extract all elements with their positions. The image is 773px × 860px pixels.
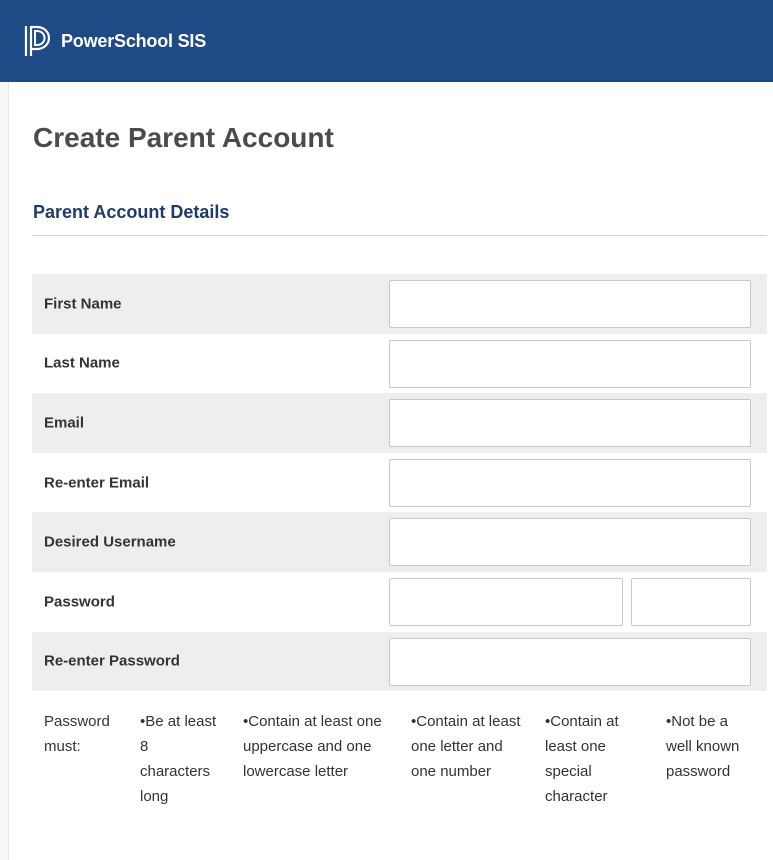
username-label: Desired Username (44, 533, 176, 551)
last-name-input[interactable] (389, 339, 751, 388)
password-rule-letter-number: •Contain at least one letter and one num… (411, 713, 521, 780)
first-name-input[interactable] (389, 280, 751, 328)
form-row-username: Desired Username (32, 512, 767, 572)
password-rule-length: •Be at least 8 characters long (140, 713, 217, 805)
last-name-label: Last Name (44, 354, 120, 372)
password-input[interactable] (389, 577, 623, 626)
form-row-reenter-email: Re-enter Email (32, 453, 767, 513)
password-label: Password (44, 593, 115, 611)
section-title: Parent Account Details (33, 202, 230, 222)
reenter-password-label: Re-enter Password (44, 652, 180, 670)
brand-name: PowerSchool SIS (61, 31, 207, 51)
password-strength-indicator (631, 577, 751, 626)
reenter-email-input[interactable] (389, 458, 751, 507)
email-label: Email (44, 414, 85, 432)
form-row-first-name: First Name (32, 274, 767, 334)
page-title: Create Parent Account (33, 122, 334, 153)
page-content: Create Parent Account Parent Account Det… (8, 82, 773, 860)
form-row-last-name: Last Name (32, 334, 767, 394)
password-rules-intro: Password must: (44, 713, 110, 755)
powerschool-logo-icon (24, 25, 51, 56)
app-header: PowerSchool SIS (0, 0, 773, 82)
section-divider (32, 235, 767, 236)
password-rule-case: •Contain at least one uppercase and one … (243, 713, 382, 780)
email-input[interactable] (389, 399, 751, 448)
password-rule-well-known: •Not be a well known password (666, 713, 740, 780)
form-row-password: Password (32, 572, 767, 632)
username-input[interactable] (389, 518, 751, 567)
password-requirements: Password must: •Be at least 8 characters… (32, 709, 767, 819)
reenter-email-label: Re-enter Email (44, 474, 150, 492)
parent-account-form: First Name Last Name Email Re-enter Emai… (32, 274, 767, 692)
password-rule-special: •Contain at least one special character (545, 713, 619, 805)
form-row-email: Email (32, 393, 767, 453)
form-row-reenter-password: Re-enter Password (32, 631, 767, 692)
first-name-label: First Name (44, 295, 122, 313)
reenter-password-input[interactable] (389, 637, 751, 686)
